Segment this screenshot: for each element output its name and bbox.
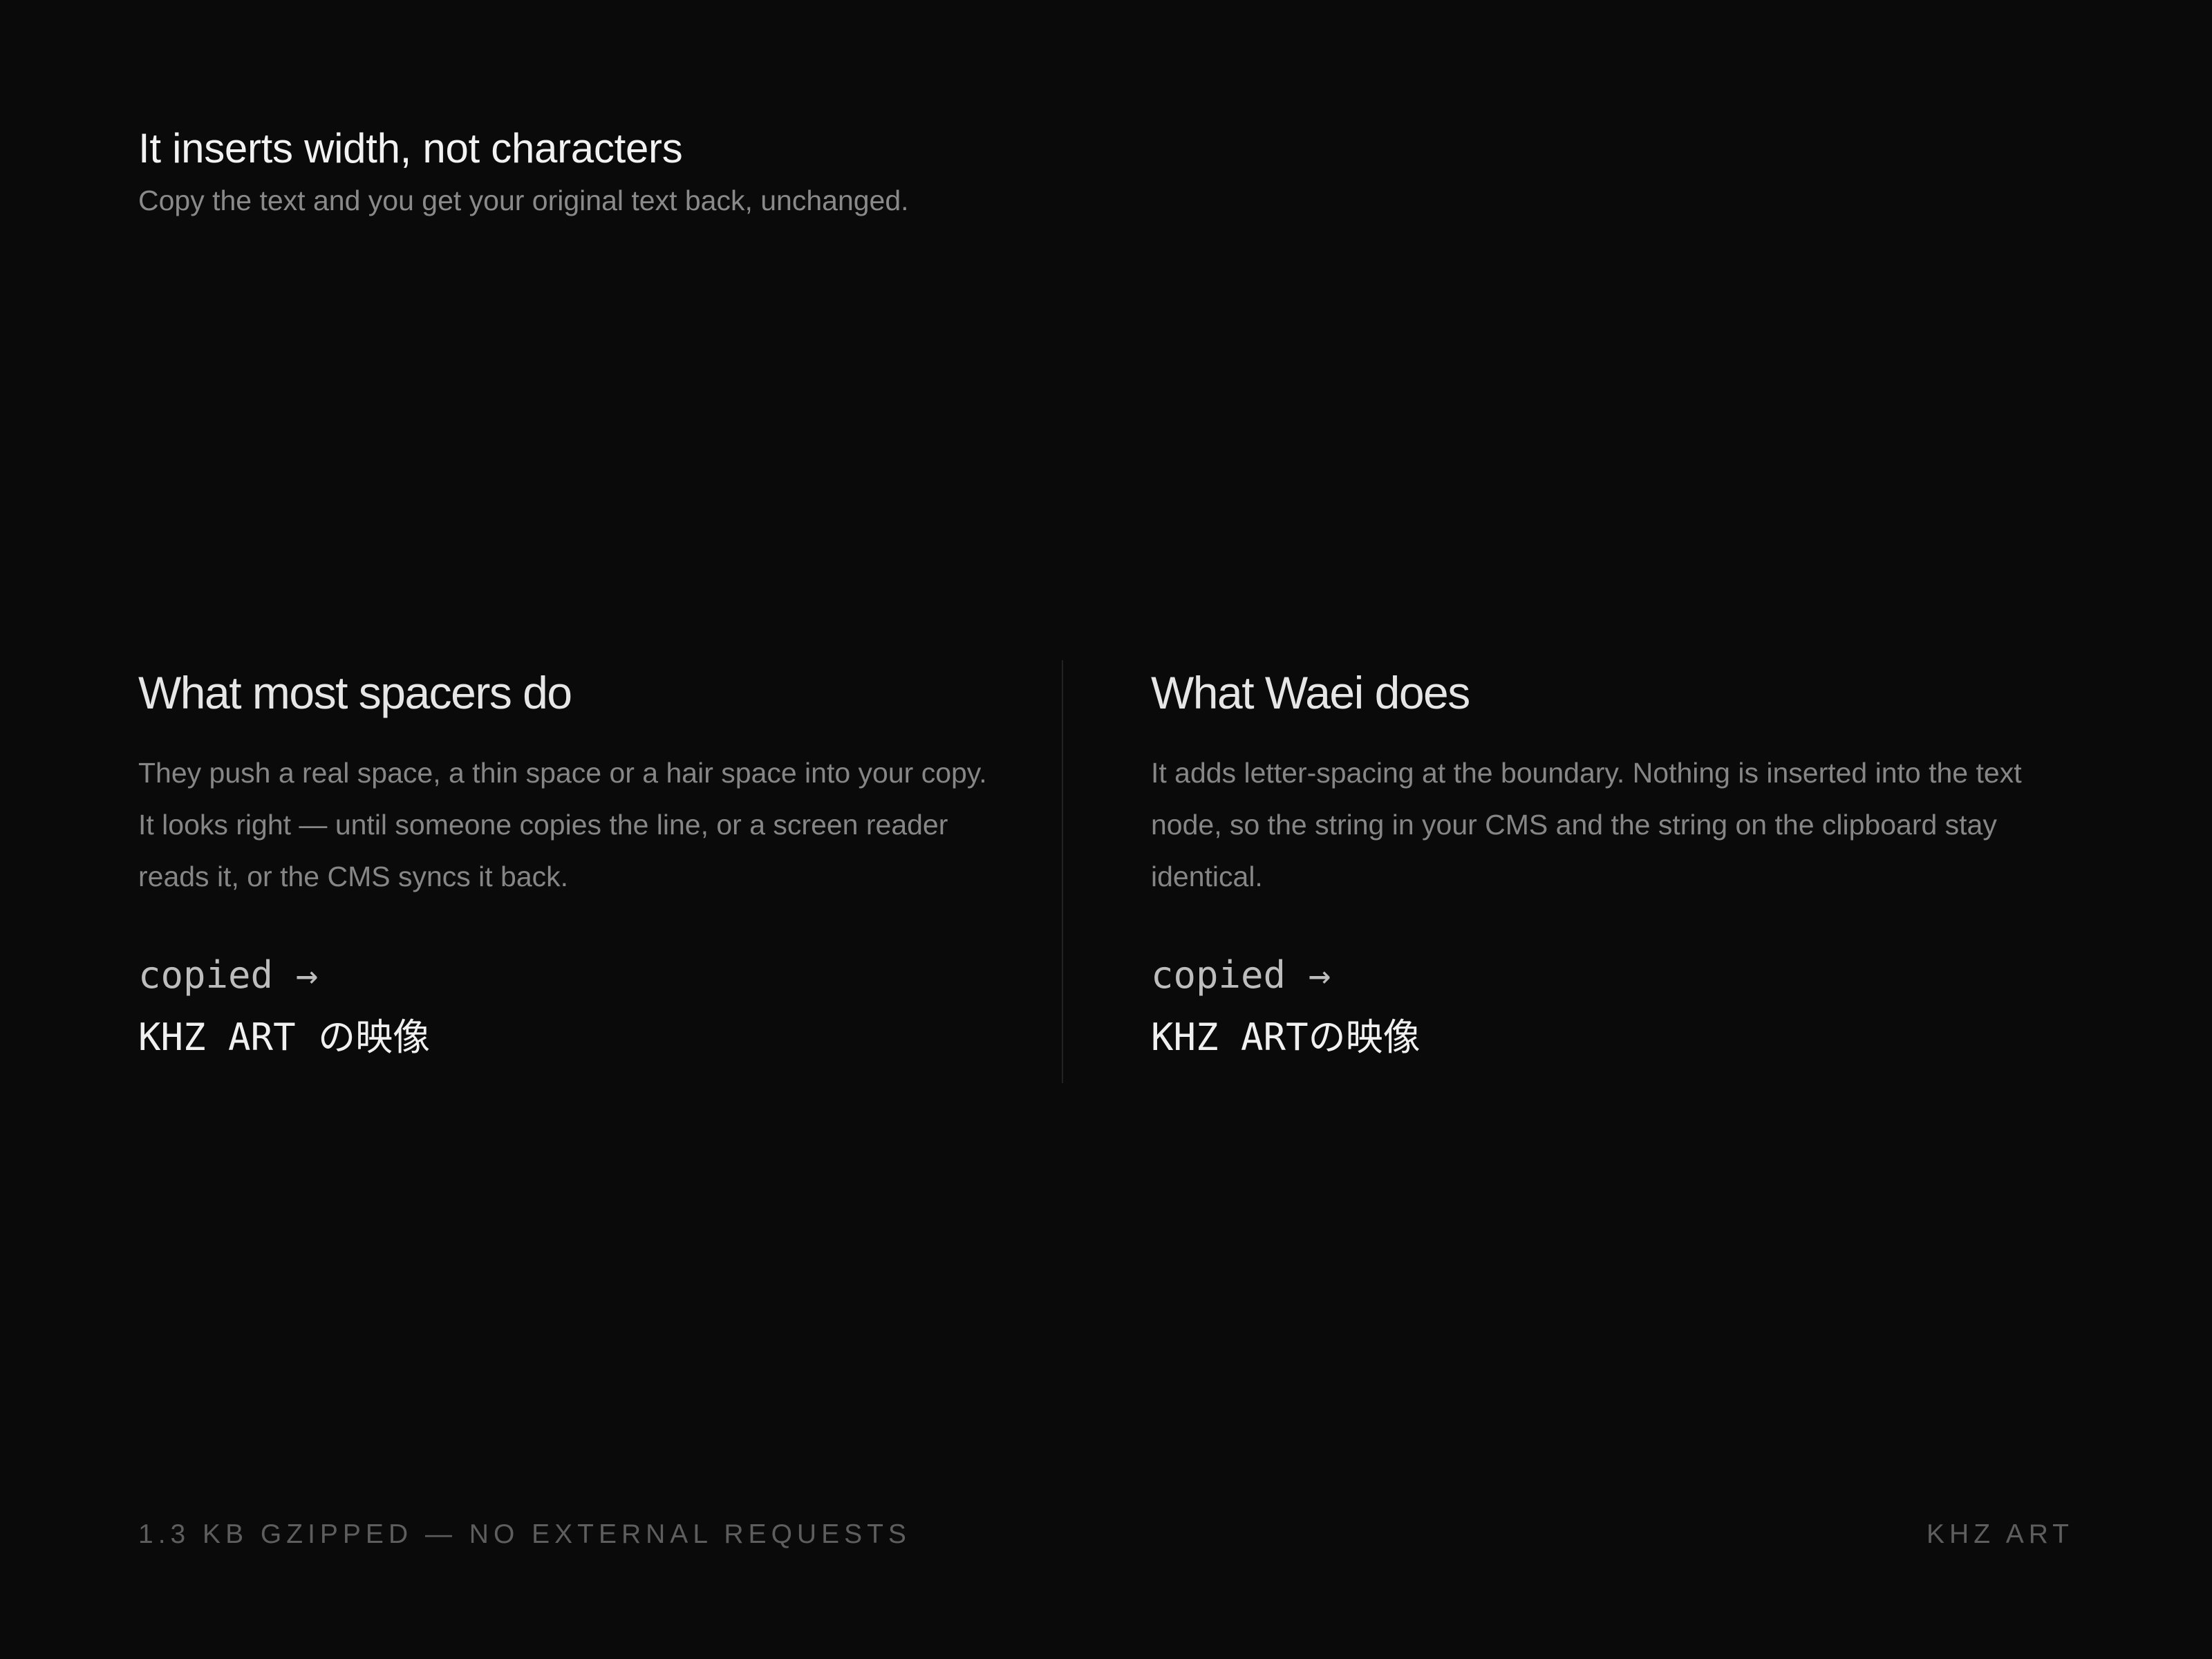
- comparison-section: What most spacers do They push a real sp…: [138, 660, 2074, 1083]
- column-divider: [1062, 660, 1063, 1083]
- copied-example: copied → KHZ ARTの映像: [1151, 944, 2070, 1069]
- copied-value[interactable]: KHZ ART の映像: [138, 1006, 988, 1069]
- page-subtitle: Copy the text and you get your original …: [138, 185, 909, 216]
- footer-size-note: 1.3 KB GZIPPED — NO EXTERNAL REQUESTS: [138, 1519, 911, 1549]
- comparison-column-other-spacers: What most spacers do They push a real sp…: [138, 660, 988, 1083]
- column-description: They push a real space, a thin space or …: [138, 757, 987, 892]
- copied-value[interactable]: KHZ ARTの映像: [1151, 1006, 2070, 1069]
- copied-label: copied →: [1151, 953, 1331, 997]
- column-title: What Waei does: [1151, 667, 1470, 718]
- footer-brand: KHZ ART: [1927, 1519, 2074, 1549]
- page-title: It inserts width, not characters: [138, 125, 683, 171]
- copied-example: copied → KHZ ART の映像: [138, 944, 988, 1069]
- comparison-column-waei: What Waei does It adds letter-spacing at…: [1151, 660, 2070, 1083]
- column-title: What most spacers do: [138, 667, 572, 718]
- page-header: It inserts width, not characters Copy th…: [138, 118, 909, 221]
- column-description: It adds letter-spacing at the boundary. …: [1151, 757, 2022, 892]
- copied-label: copied →: [138, 953, 319, 997]
